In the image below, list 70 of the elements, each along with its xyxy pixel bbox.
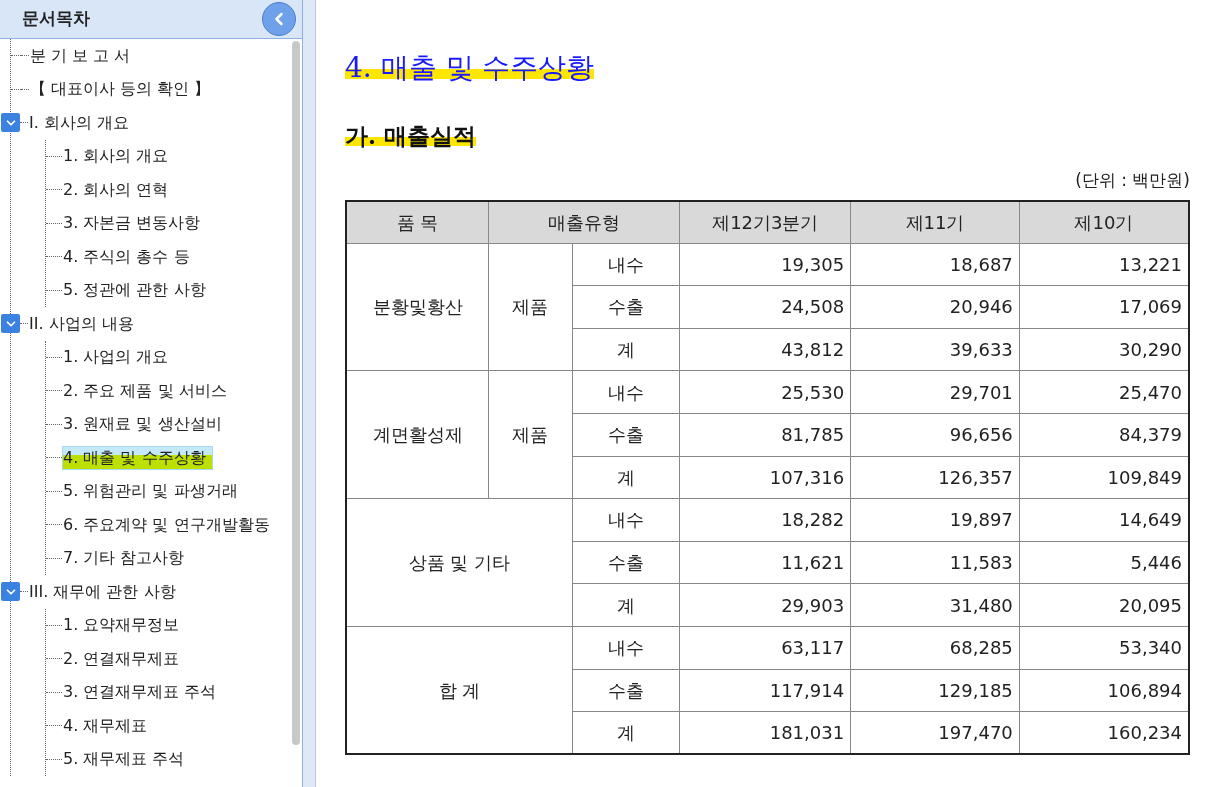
tree-item[interactable]: 3. 연결재무제표 주석 bbox=[62, 680, 218, 705]
sidebar-title: 문서목차 bbox=[22, 7, 90, 31]
table-cell: 분황및황산 bbox=[346, 243, 489, 371]
table-cell: 25,530 bbox=[680, 370, 851, 414]
table-cell: 매출유형 bbox=[488, 200, 680, 244]
tree-item[interactable]: 【 대표이사 등의 확인 】 bbox=[29, 77, 212, 102]
tree-item[interactable]: 2. 회사의 연혁 bbox=[62, 177, 170, 202]
table-cell: 11,583 bbox=[850, 541, 1020, 584]
table-cell: 31,480 bbox=[850, 583, 1020, 627]
unit-note: (단위 : 백만원) bbox=[1075, 169, 1190, 192]
tree-item[interactable]: 1. 회사의 개요 bbox=[62, 144, 170, 169]
table-cell: 18,282 bbox=[680, 498, 851, 542]
collapse-toggle[interactable] bbox=[1, 314, 20, 334]
table-cell: 29,701 bbox=[850, 370, 1020, 414]
tree-item[interactable]: 2. 연결재무제표 bbox=[62, 646, 181, 671]
table-cell: 수출 bbox=[572, 413, 680, 457]
table-cell: 68,285 bbox=[850, 626, 1020, 670]
table-cell: 제11기 bbox=[850, 200, 1020, 244]
table-cell: 제12기3분기 bbox=[680, 200, 851, 244]
collapse-toggle[interactable] bbox=[1, 113, 20, 133]
table-cell: 20,946 bbox=[850, 285, 1020, 329]
table-cell: 39,633 bbox=[850, 328, 1020, 371]
tree-item[interactable]: 7. 기타 참고사항 bbox=[62, 546, 186, 571]
table-cell: 43,812 bbox=[680, 328, 851, 371]
tree-item[interactable]: 2. 주요 제품 및 서비스 bbox=[62, 378, 228, 403]
tree-item[interactable]: 4. 주식의 총수 등 bbox=[62, 244, 191, 269]
table-cell: 내수 bbox=[572, 243, 680, 286]
tree-item[interactable]: 분 기 보 고 서 bbox=[29, 43, 132, 68]
tree-item[interactable]: 1. 요약재무정보 bbox=[62, 613, 181, 638]
tree-item[interactable]: 1. 사업의 개요 bbox=[62, 345, 170, 370]
table-cell: 계 bbox=[572, 583, 680, 627]
table-cell: 63,117 bbox=[680, 626, 851, 670]
table-cell: 81,785 bbox=[680, 413, 851, 457]
table-cell: 수출 bbox=[572, 541, 680, 584]
table-cell: 117,914 bbox=[680, 669, 851, 712]
table-cell: 계 bbox=[572, 456, 680, 499]
table-cell: 내수 bbox=[572, 370, 680, 414]
tree-item[interactable]: 4. 재무제표 bbox=[62, 713, 149, 738]
table-cell: 계면활성제 bbox=[346, 370, 489, 499]
table-cell: 수출 bbox=[572, 285, 680, 329]
collapse-sidebar-button[interactable] bbox=[262, 2, 296, 36]
table-cell: 내수 bbox=[572, 626, 680, 670]
tree-item[interactable]: 6. 주요계약 및 연구개발활동 bbox=[62, 512, 271, 537]
table-cell: 19,897 bbox=[850, 498, 1020, 542]
tree-item[interactable]: 3. 자본금 변동사항 bbox=[62, 211, 202, 236]
table-cell: 24,508 bbox=[680, 285, 851, 329]
tree-item[interactable]: 5. 위험관리 및 파생거래 bbox=[62, 479, 239, 504]
tree-item[interactable]: 5. 정관에 관한 사항 bbox=[62, 278, 207, 303]
table-cell: 129,185 bbox=[850, 669, 1020, 712]
tree-item[interactable]: 3. 원재료 및 생산설비 bbox=[62, 412, 223, 437]
table-cell: 계 bbox=[572, 328, 680, 371]
tree-item[interactable]: II. 사업의 내용 bbox=[28, 311, 135, 336]
table-cell: 제품 bbox=[488, 243, 573, 371]
table-cell: 수출 bbox=[572, 669, 680, 712]
tree-item[interactable]: I. 회사의 개요 bbox=[28, 110, 130, 135]
table-cell: 29,903 bbox=[680, 583, 851, 627]
table-cell: 126,357 bbox=[850, 456, 1020, 499]
table-cell: 품 목 bbox=[346, 200, 489, 244]
table-cell: 상품 및 기타 bbox=[346, 498, 573, 627]
table-cell: 96,656 bbox=[850, 413, 1020, 457]
table-cell: 제품 bbox=[488, 370, 573, 499]
tree-item[interactable]: III. 재무에 관한 사항 bbox=[28, 579, 177, 604]
table-cell: 11,621 bbox=[680, 541, 851, 584]
table-cell: 107,316 bbox=[680, 456, 851, 499]
table-cell: 19,305 bbox=[680, 243, 851, 286]
collapse-toggle[interactable] bbox=[1, 582, 20, 602]
table-cell: 18,687 bbox=[850, 243, 1020, 286]
scrollbar-thumb[interactable] bbox=[292, 41, 300, 745]
table-cell: 내수 bbox=[572, 498, 680, 542]
tree-item[interactable]: 5. 재무제표 주석 bbox=[62, 747, 186, 772]
